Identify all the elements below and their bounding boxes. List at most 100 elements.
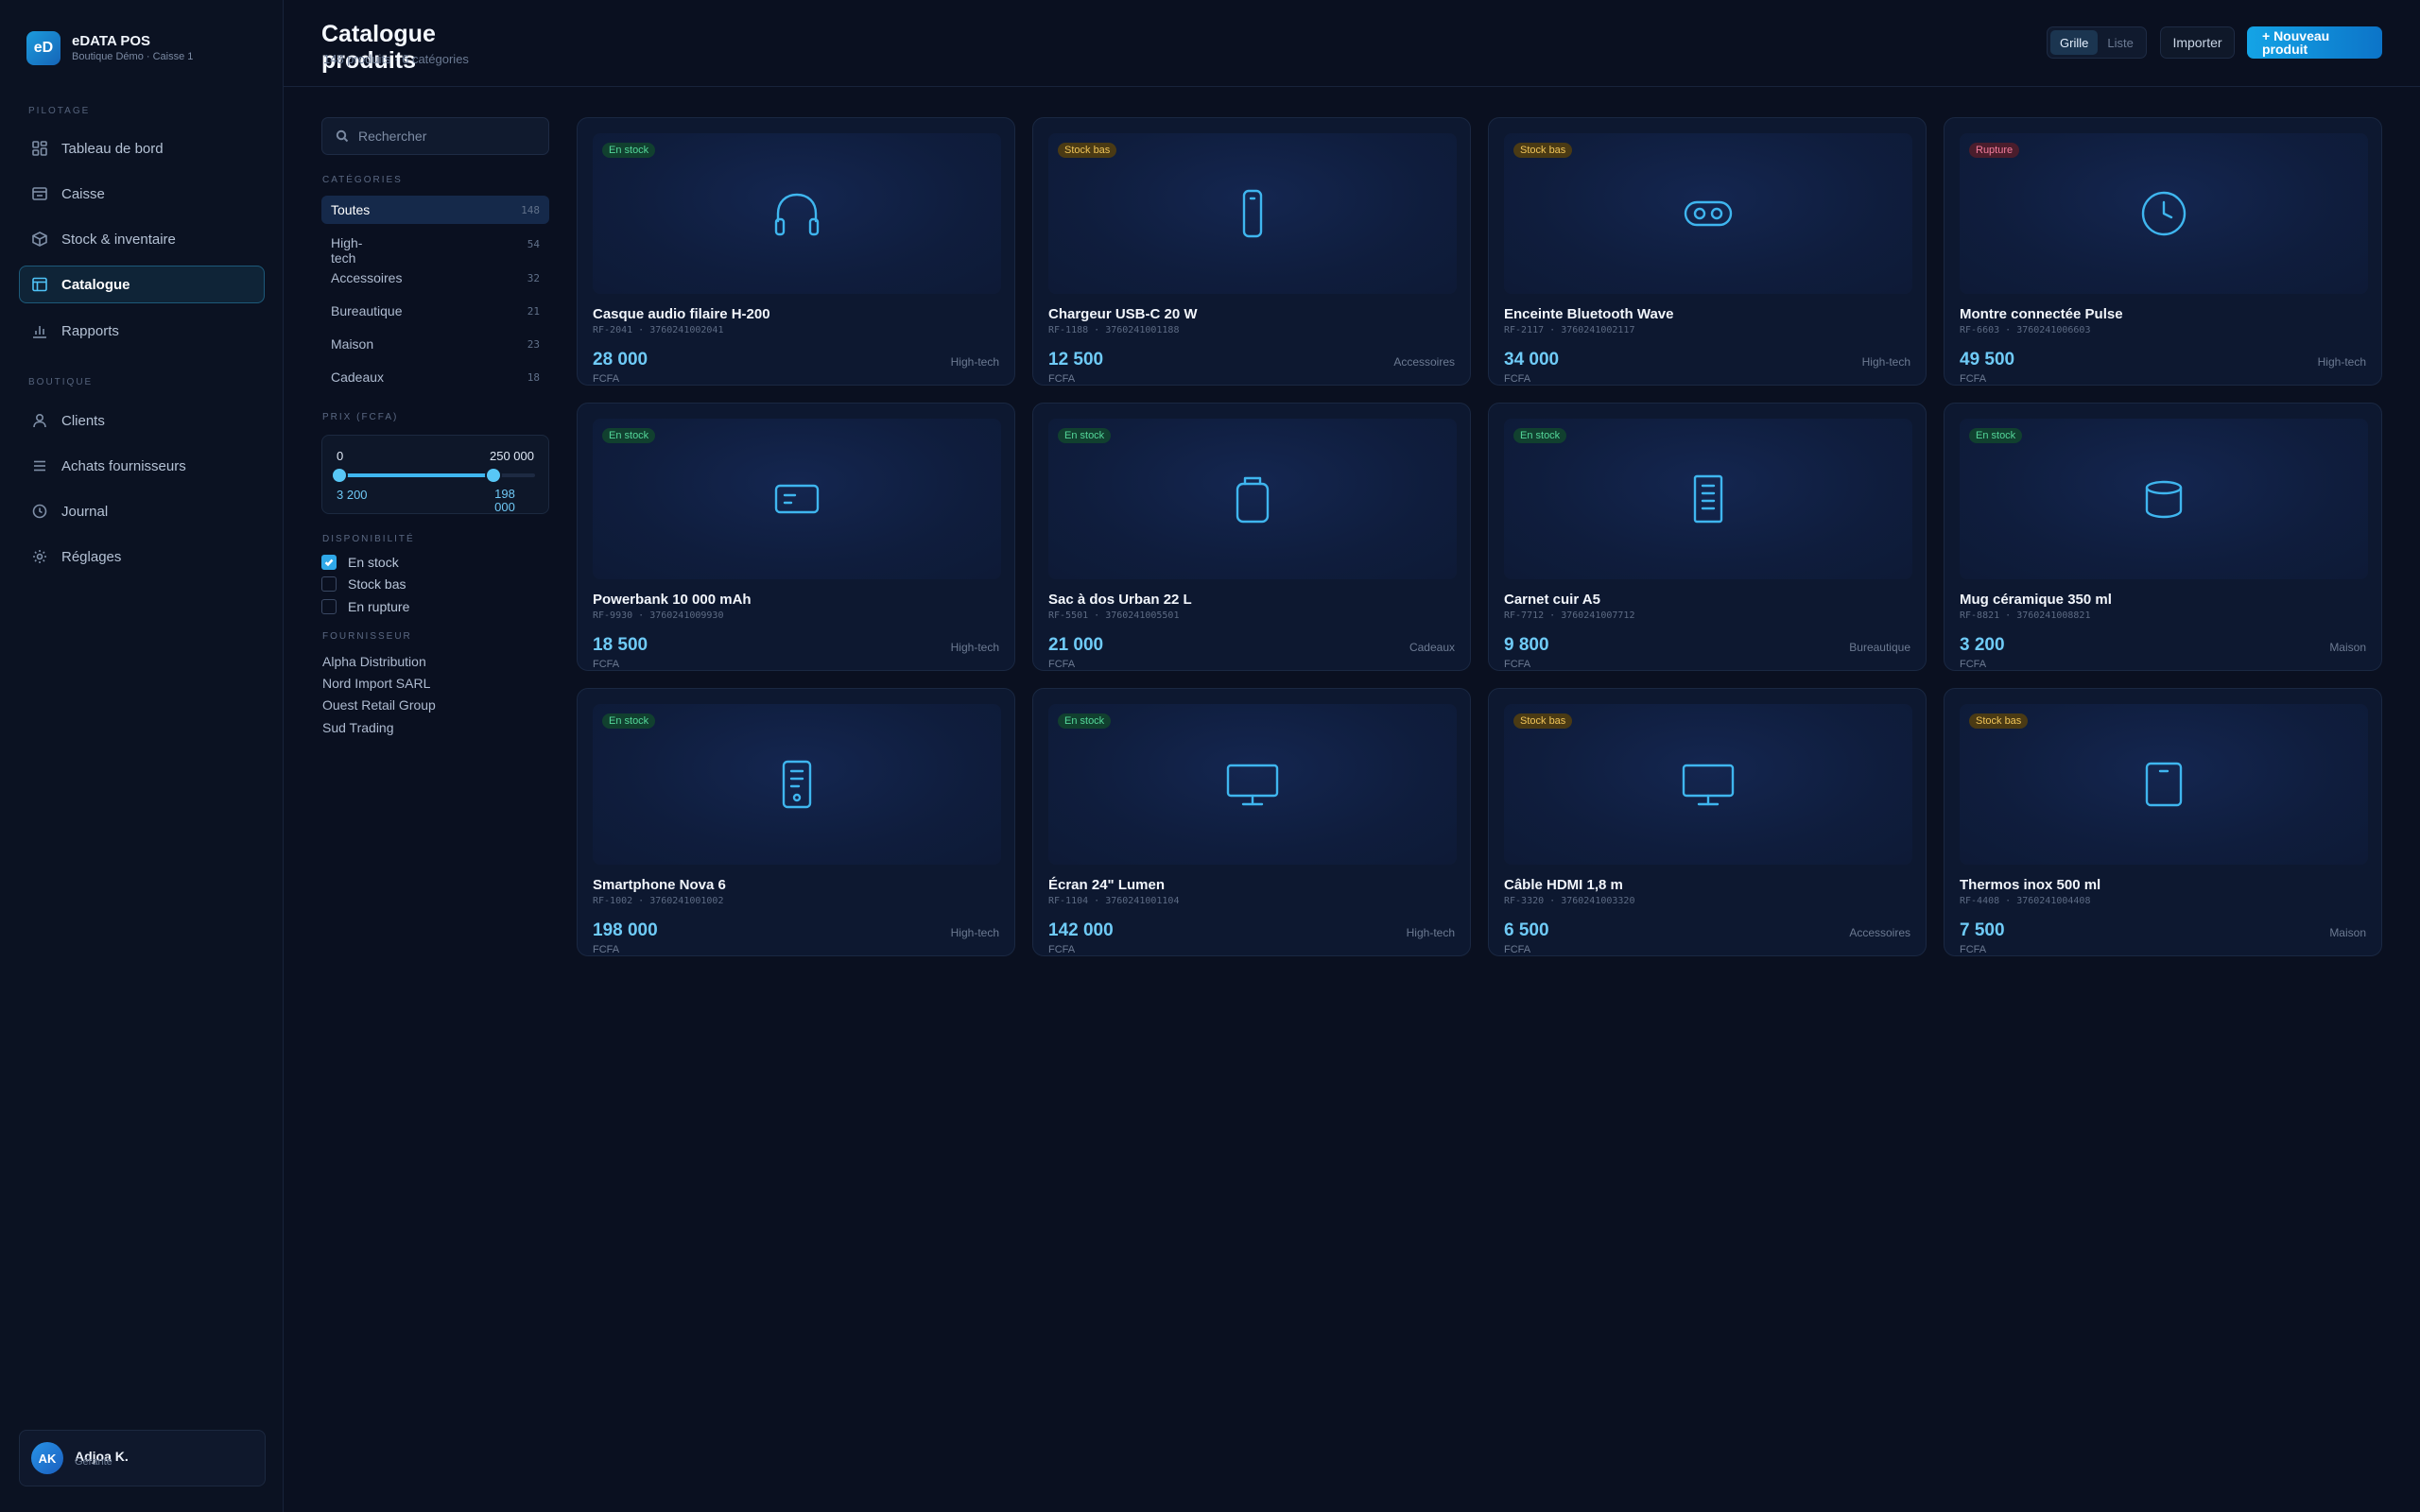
- product-card[interactable]: En stock Mug céramique 350 ml RF-8821 · 37…: [1944, 403, 2382, 671]
- sidebar-item-reglages[interactable]: Réglages: [19, 538, 265, 576]
- catalogue-icon: [32, 277, 47, 292]
- clock-icon: [32, 504, 47, 519]
- price-slider-track[interactable]: [332, 469, 535, 482]
- price-slider-low-handle[interactable]: [332, 469, 346, 482]
- availability-label: DISPONIBILITÉ: [322, 534, 415, 544]
- product-card[interactable]: En stock Sac à dos Urban 22 L RF-5501 · 37…: [1032, 403, 1471, 671]
- product-category: High-tech: [950, 641, 999, 654]
- product-category: Maison: [2329, 926, 2366, 939]
- product-category: Cadeaux: [1409, 641, 1455, 654]
- product-category: Maison: [2329, 641, 2366, 654]
- product-price: 198 000: [593, 920, 658, 940]
- supplier-item[interactable]: Ouest Retail Group: [322, 697, 436, 713]
- view-grid-button[interactable]: Grille: [2050, 30, 2099, 55]
- product-category: High-tech: [950, 355, 999, 369]
- sidebar-item-dashboard[interactable]: Tableau de bord: [19, 129, 265, 167]
- product-currency: FCFA: [1048, 373, 1076, 385]
- product-currency: FCFA: [1960, 373, 1987, 385]
- product-price: 18 500: [593, 635, 648, 655]
- sidebar-item-clients[interactable]: Clients: [19, 402, 265, 439]
- view-list-button[interactable]: Liste: [2098, 30, 2142, 55]
- availability-in-stock[interactable]: En stock: [321, 553, 399, 572]
- view-toggle: Grille Liste: [2047, 26, 2147, 59]
- checkbox-checked[interactable]: [321, 555, 337, 570]
- stock-badge: En stock: [1513, 428, 1567, 443]
- product-currency: FCFA: [593, 944, 620, 955]
- product-image: Rupture: [1960, 133, 2368, 294]
- bar-chart-icon: [33, 326, 46, 338]
- product-name: Montre connectée Pulse: [1960, 306, 2123, 322]
- nav-section-pilotage: PILOTAGE: [28, 106, 91, 116]
- product-card[interactable]: En stock Powerbank 10 000 mAh RF-9930 · 37…: [577, 403, 1015, 671]
- checkbox[interactable]: [321, 599, 337, 614]
- product-image: Stock bas: [1960, 704, 2368, 865]
- stock-badge: Rupture: [1969, 143, 2020, 158]
- product-card[interactable]: En stock Écran 24" Lumen RF-1104 · 3760241…: [1032, 688, 1471, 956]
- category-item-maison[interactable]: Maison 23: [321, 330, 549, 358]
- new-product-button[interactable]: + Nouveau produit: [2247, 26, 2382, 59]
- product-price: 21 000: [1048, 635, 1104, 655]
- app-subtitle: Boutique Démo · Caisse 1: [72, 51, 194, 62]
- product-image: En stock: [1960, 419, 2368, 579]
- checkbox[interactable]: [321, 576, 337, 592]
- sidebar-item-label: Catalogue: [61, 276, 130, 293]
- product-image: En stock: [1048, 704, 1457, 865]
- sidebar-item-caisse[interactable]: Caisse: [19, 175, 265, 213]
- product-name: Casque audio filaire H-200: [593, 306, 770, 322]
- user-card[interactable]: AK Adjoa K. Gérante: [19, 1430, 266, 1486]
- sidebar-item-achats[interactable]: Achats fournisseurs: [19, 447, 265, 485]
- watch-icon: [2134, 183, 2194, 244]
- sidebar-item-catalogue[interactable]: Catalogue: [19, 266, 265, 303]
- price-slider-high-handle[interactable]: [487, 469, 501, 482]
- category-name: Cadeaux: [331, 369, 385, 385]
- sidebar-item-journal[interactable]: Journal: [19, 492, 265, 530]
- thermos-icon: [2134, 754, 2194, 815]
- product-price: 34 000: [1504, 350, 1560, 369]
- product-card[interactable]: En stock Smartphone Nova 6 RF-1002 · 37602…: [577, 688, 1015, 956]
- supplier-item[interactable]: Alpha Distribution: [322, 654, 426, 669]
- product-card[interactable]: Rupture Montre connectée Pulse RF-6603 · 3…: [1944, 117, 2382, 386]
- category-count: 18: [527, 370, 540, 384]
- category-name: Maison: [331, 336, 374, 352]
- product-card[interactable]: En stock Casque audio filaire H-200 RF-204…: [577, 117, 1015, 386]
- supplier-item[interactable]: Sud Trading: [322, 720, 394, 735]
- product-currency: FCFA: [1960, 944, 1987, 955]
- category-count: 148: [521, 203, 540, 216]
- category-item-bureautique[interactable]: Bureautique 21: [321, 297, 549, 325]
- sidebar-item-stock[interactable]: Stock & inventaire: [19, 220, 265, 258]
- category-item-accessoires[interactable]: Accessoires 32: [321, 264, 549, 292]
- product-name: Smartphone Nova 6: [593, 877, 726, 893]
- sidebar-item-rapports[interactable]: Rapports: [19, 312, 265, 350]
- category-item-toutes[interactable]: Toutes 148: [321, 196, 549, 224]
- search-box: [321, 117, 549, 155]
- product-name: Chargeur USB-C 20 W: [1048, 306, 1198, 322]
- category-item-cadeaux[interactable]: Cadeaux 18: [321, 363, 549, 391]
- stock-badge: En stock: [602, 428, 656, 443]
- product-card[interactable]: Stock bas Enceinte Bluetooth Wave RF-2117 …: [1488, 117, 1927, 386]
- product-card[interactable]: En stock Carnet cuir A5 RF-7712 · 37602410…: [1488, 403, 1927, 671]
- category-count: 21: [527, 304, 540, 318]
- product-currency: FCFA: [1048, 944, 1076, 955]
- product-card[interactable]: Stock bas Câble HDMI 1,8 m RF-3320 · 37602…: [1488, 688, 1927, 956]
- product-name: Carnet cuir A5: [1504, 592, 1600, 608]
- brand[interactable]: eD eDATA POS Boutique Démo · Caisse 1: [26, 31, 193, 65]
- product-name: Powerbank 10 000 mAh: [593, 592, 752, 608]
- product-name: Thermos inox 500 ml: [1960, 877, 2101, 893]
- availability-out-of-stock[interactable]: En rupture: [321, 597, 409, 616]
- product-card[interactable]: Stock bas Thermos inox 500 ml RF-4408 · 37…: [1944, 688, 2382, 956]
- box-icon: [32, 232, 47, 247]
- product-category: Accessoires: [1393, 355, 1455, 369]
- import-button[interactable]: Importer: [2160, 26, 2235, 59]
- availability-low-stock[interactable]: Stock bas: [321, 575, 406, 593]
- categories-label: CATÉGORIES: [322, 175, 403, 185]
- app-name: eDATA POS: [72, 33, 151, 49]
- product-card[interactable]: Stock bas Chargeur USB-C 20 W RF-1188 · 37…: [1032, 117, 1471, 386]
- category-item-high-tech[interactable]: High-tech 54: [321, 235, 549, 266]
- search-input[interactable]: [358, 129, 538, 144]
- product-currency: FCFA: [1048, 659, 1076, 670]
- sidebar-item-label: Stock & inventaire: [61, 231, 176, 248]
- product-currency: FCFA: [1504, 944, 1531, 955]
- price-low-value: 3 200: [337, 488, 368, 502]
- supplier-item[interactable]: Nord Import SARL: [322, 676, 430, 691]
- product-reference: RF-4408 · 3760241004408: [1960, 896, 2091, 906]
